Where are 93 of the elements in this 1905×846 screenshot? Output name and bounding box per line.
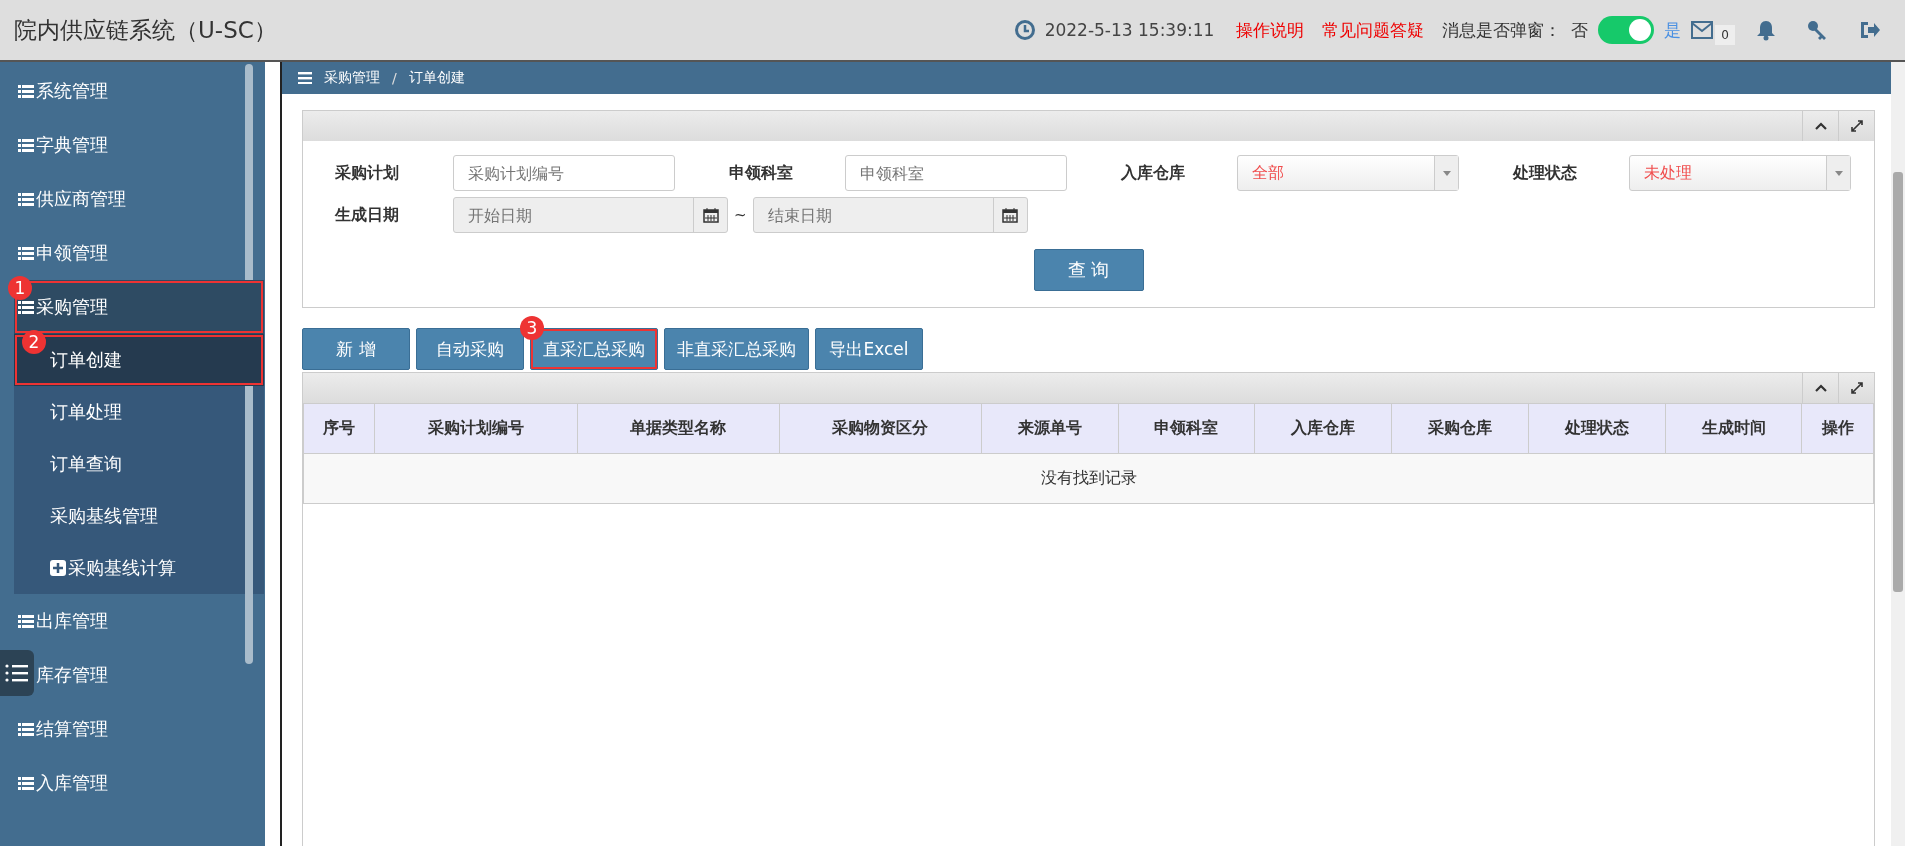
menu-label: 订单创建 (50, 348, 122, 372)
breadcrumb-item: 订单创建 (408, 69, 465, 87)
menu-label: 采购基线计算 (68, 556, 176, 580)
list-icon (18, 84, 34, 98)
on-label: 是 (1664, 18, 1682, 42)
column-header: 入库仓库 (1254, 403, 1392, 454)
submenu-item[interactable]: 订单处理 (14, 386, 264, 438)
sidebar-item[interactable]: 系统管理 (0, 64, 250, 118)
toggle-switch[interactable] (1598, 16, 1655, 44)
submenu-item[interactable]: 采购基线管理 (14, 490, 264, 542)
collapse-icon[interactable] (1814, 122, 1827, 130)
menu-label: 字典管理 (36, 133, 108, 157)
help-link[interactable]: 常见问题答疑 (1322, 18, 1425, 42)
toolbar-button[interactable]: 新 增 (302, 328, 410, 370)
menu-label: 申领管理 (36, 241, 108, 265)
caret-icon (1834, 170, 1843, 176)
menu-label: 采购基线管理 (50, 504, 158, 528)
date-input[interactable]: 结束日期 (753, 198, 993, 232)
expand-icon[interactable] (1850, 382, 1863, 394)
field-label: 生成日期 (335, 204, 400, 226)
sidebar-item[interactable]: 结算管理 (0, 702, 250, 756)
toolbar-button[interactable]: 非直采汇总采购 (664, 328, 809, 370)
list-icon (18, 300, 34, 314)
dropdown[interactable]: 全部 (1237, 155, 1459, 191)
step-number-badge: 3 (520, 316, 544, 340)
menu-icon (5, 663, 29, 683)
sign-out-icon[interactable] (1859, 19, 1881, 41)
step-number-badge: 1 (8, 276, 32, 300)
empty-message: 没有找到记录 (303, 453, 1874, 504)
menu-label: 订单查询 (50, 452, 122, 476)
list-icon (18, 614, 34, 628)
list-icon (18, 776, 34, 790)
clock-icon (1014, 20, 1035, 40)
column-header: 处理状态 (1528, 403, 1666, 454)
menu-toggle-button[interactable] (0, 650, 34, 696)
column-header: 操作 (1801, 403, 1874, 454)
calendar-icon (702, 207, 719, 223)
toolbar-button[interactable]: 自动采购 (416, 328, 524, 370)
menu-label: 库存管理 (36, 663, 108, 687)
menu-label: 供应商管理 (36, 187, 126, 211)
sidebar-item[interactable]: 字典管理 (0, 118, 250, 172)
date-time: 2022-5-13 15:39:11 (1044, 20, 1215, 40)
sidebar-item[interactable]: 出库管理 (0, 594, 250, 648)
bell-icon[interactable] (1755, 19, 1777, 41)
sidebar-item[interactable]: 入库管理 (0, 756, 250, 810)
menu-icon (298, 72, 312, 84)
calendar-icon (1002, 207, 1019, 223)
caret-icon (1442, 170, 1451, 176)
menu-label: 入库管理 (36, 771, 108, 795)
list-icon (18, 246, 34, 260)
column-header: 采购计划编号 (374, 403, 578, 454)
sidebar-item[interactable]: 供应商管理 (0, 172, 250, 226)
range-separator: ~ (734, 206, 747, 224)
date-picker[interactable]: 开始日期 (453, 197, 728, 233)
off-label: 否 (1571, 18, 1589, 42)
submenu-item[interactable]: 采购基线计算 (14, 542, 264, 594)
app-title: 院内供应链系统（U-SC） (14, 15, 278, 45)
menu-label: 结算管理 (36, 717, 108, 741)
date-picker[interactable]: 结束日期 (752, 197, 1028, 233)
list-icon (18, 192, 34, 206)
count-badge: 0 (1715, 25, 1735, 45)
menu-label: 系统管理 (36, 79, 108, 103)
column-header: 申领科室 (1118, 403, 1255, 454)
toolbar-button[interactable]: 导出Excel (815, 328, 923, 370)
column-header: 采购仓库 (1391, 403, 1529, 454)
column-header: 序号 (303, 403, 375, 454)
key-icon[interactable] (1807, 19, 1829, 41)
dropdown[interactable]: 未处理 (1629, 155, 1851, 191)
submenu-item[interactable]: 订单查询 (14, 438, 264, 490)
field-label: 采购计划 (335, 162, 400, 184)
column-header: 生成时间 (1665, 403, 1802, 454)
help-link[interactable]: 操作说明 (1236, 18, 1305, 42)
field-label: 申领科室 (728, 162, 794, 184)
date-input[interactable]: 开始日期 (454, 198, 693, 232)
column-header: 单据类型名称 (577, 403, 780, 454)
column-header: 采购物资区分 (779, 403, 982, 454)
menu-label: 出库管理 (36, 609, 108, 633)
input-field[interactable]: 采购计划编号 (453, 155, 675, 191)
list-icon (18, 138, 34, 152)
list-icon (18, 722, 34, 736)
collapse-icon[interactable] (1814, 384, 1827, 392)
input-field[interactable]: 申领科室 (845, 155, 1067, 191)
field-label: 处理状态 (1511, 162, 1578, 184)
breadcrumb-item[interactable]: 采购管理 (324, 69, 380, 87)
field-label: 入库仓库 (1120, 162, 1186, 184)
popup-label: 消息是否弹窗： (1442, 18, 1562, 42)
breadcrumb-separator: / (392, 70, 397, 86)
column-header: 来源单号 (981, 403, 1119, 454)
menu-label: 订单处理 (50, 400, 122, 424)
menu-label: 采购管理 (36, 295, 108, 319)
mail-icon (1691, 21, 1714, 39)
expand-icon[interactable] (1850, 120, 1863, 132)
search-button[interactable]: 查 询 (1033, 249, 1144, 291)
